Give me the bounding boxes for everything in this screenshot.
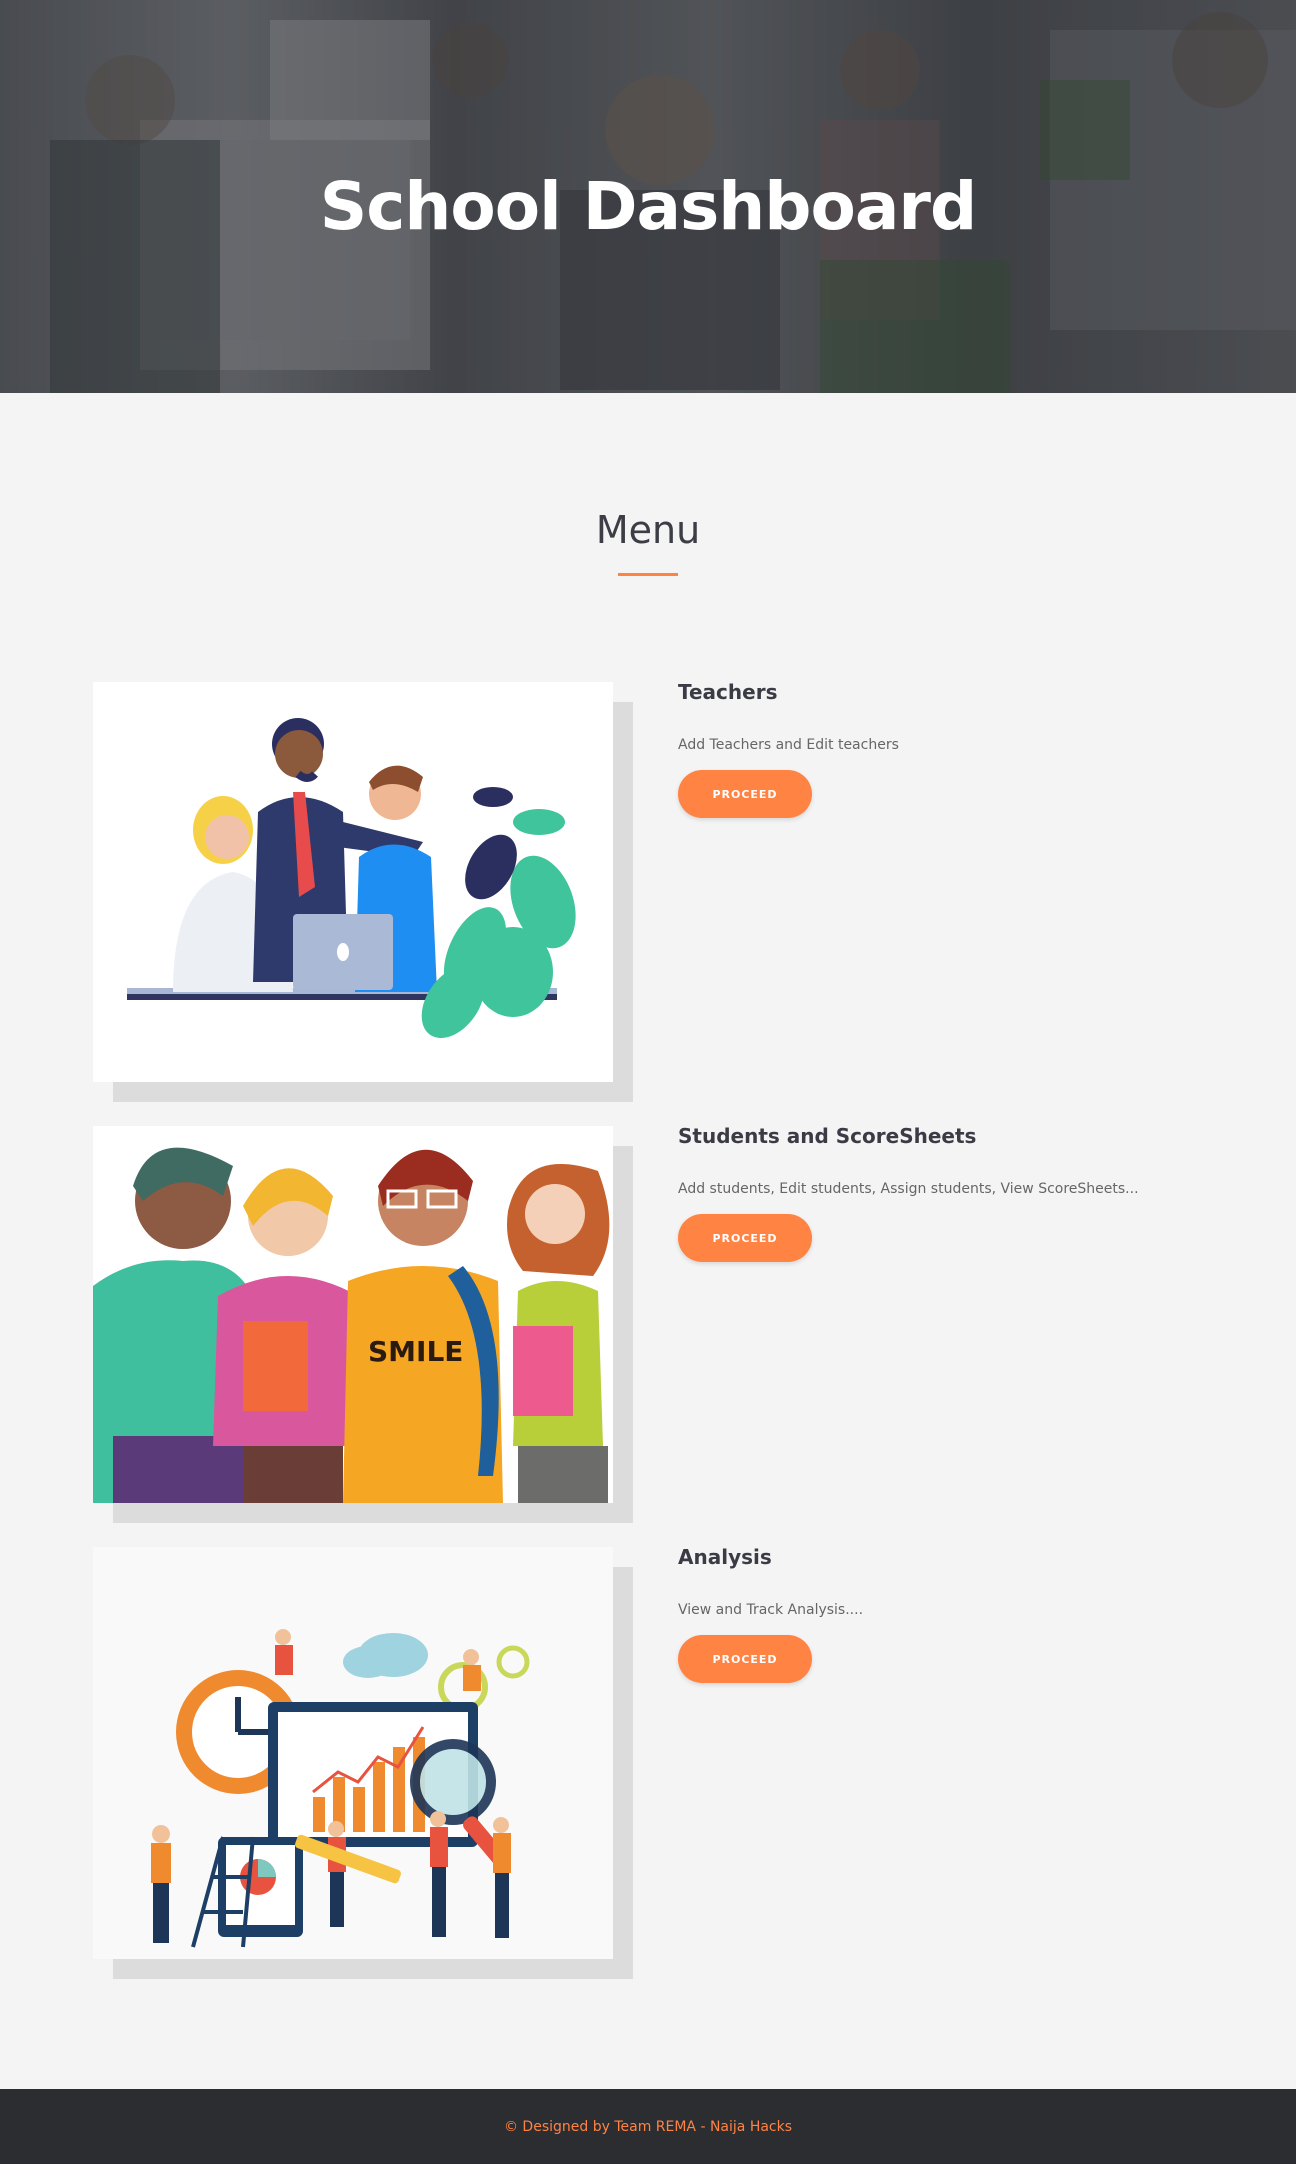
heading-underline — [618, 573, 678, 576]
proceed-button-teachers[interactable]: PROCEED — [678, 770, 812, 818]
teachers-illustration — [93, 682, 613, 1082]
item-description-analysis: View and Track Analysis.... — [678, 1602, 864, 1618]
item-title-teachers: Teachers — [678, 680, 778, 704]
item-title-students: Students and ScoreSheets — [678, 1124, 977, 1148]
menu-heading: Menu — [595, 508, 701, 552]
footer: © Designed by Team REMA - Naija Hacks — [0, 2089, 1296, 2164]
students-illustration: SMILE — [93, 1126, 613, 1503]
proceed-button-students[interactable]: PROCEED — [678, 1214, 812, 1262]
svg-text:SMILE: SMILE — [368, 1335, 463, 1368]
item-title-analysis: Analysis — [678, 1545, 772, 1569]
item-description-students: Add students, Edit students, Assign stud… — [678, 1181, 1139, 1197]
hero-banner: School Dashboard — [0, 0, 1296, 393]
item-description-teachers: Add Teachers and Edit teachers — [678, 737, 899, 753]
proceed-button-analysis[interactable]: PROCEED — [678, 1635, 812, 1683]
page-title: School Dashboard — [319, 168, 977, 245]
footer-credit: © Designed by Team REMA - Naija Hacks — [503, 2118, 793, 2135]
analysis-illustration — [93, 1547, 613, 1959]
